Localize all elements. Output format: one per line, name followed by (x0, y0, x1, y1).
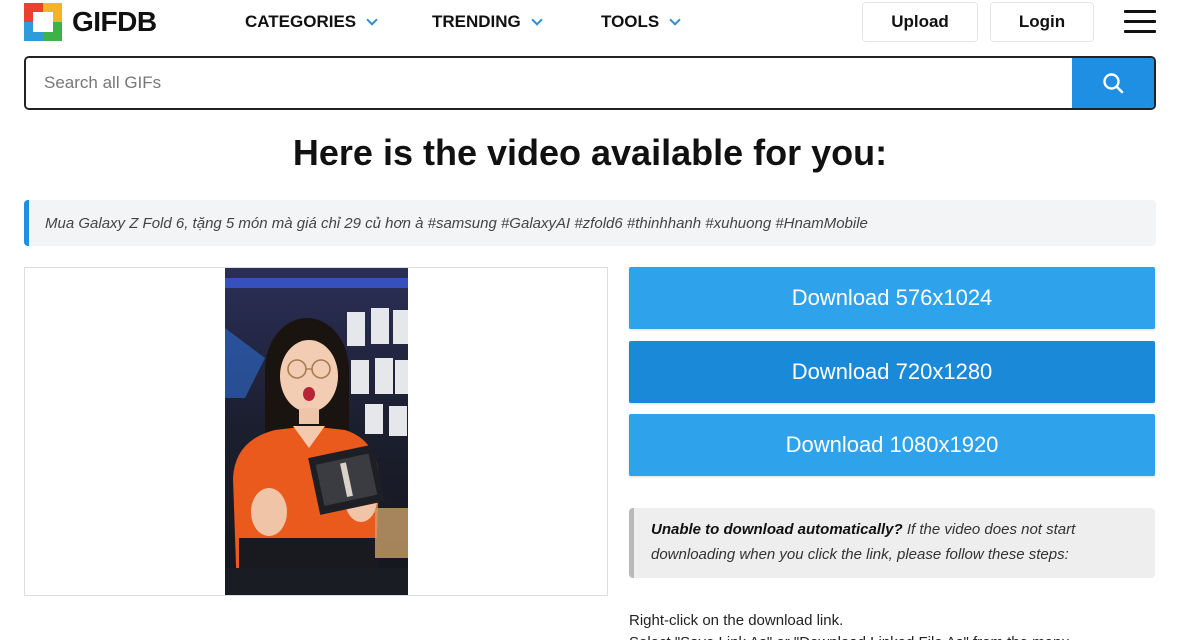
download-720-button[interactable]: Download 720x1280 (629, 341, 1155, 403)
video-thumbnail (225, 268, 408, 595)
hamburger-icon[interactable] (1124, 10, 1156, 34)
list-item: Right-click on the download link. (629, 610, 1169, 632)
logo-mark-icon (24, 3, 62, 41)
nav-categories-label: CATEGORIES (245, 12, 357, 31)
page-title: Here is the video available for you: (292, 132, 888, 173)
nav-categories[interactable]: CATEGORIES (245, 10, 378, 34)
download-576-button[interactable]: Download 576x1024 (629, 267, 1155, 329)
video-player[interactable] (24, 267, 608, 596)
search-bar (24, 56, 1156, 110)
notice-heading: Unable to download automatically? (651, 521, 903, 538)
nav-tools-label: TOOLS (601, 12, 660, 31)
page: GIFDB CATEGORIES TRENDING TOOLS Upload L… (0, 0, 1180, 640)
search-button[interactable] (1072, 58, 1154, 108)
nav-trending-label: TRENDING (432, 12, 521, 31)
site-header: GIFDB CATEGORIES TRENDING TOOLS Upload L… (0, 0, 1180, 44)
nav-tools[interactable]: TOOLS (601, 10, 681, 34)
video-caption: Mua Galaxy Z Fold 6, tặng 5 món mà giá c… (24, 200, 1156, 246)
video-caption-text: Mua Galaxy Z Fold 6, tặng 5 món mà giá c… (45, 214, 868, 232)
site-logo[interactable]: GIFDB (24, 2, 157, 42)
login-button[interactable]: Login (990, 2, 1094, 42)
video-frame[interactable] (225, 268, 408, 595)
search-input[interactable] (26, 58, 1072, 108)
chevron-down-icon (366, 13, 378, 26)
chevron-down-icon (531, 13, 543, 26)
logo-text: GIFDB (72, 6, 157, 37)
search-icon (1103, 73, 1124, 94)
list-item: Select "Save Link As" or "Download Linke… (629, 632, 1169, 640)
download-1080-button[interactable]: Download 1080x1920 (629, 414, 1155, 476)
download-notice: Unable to download automatically? If the… (629, 508, 1155, 578)
upload-button[interactable]: Upload (862, 2, 978, 42)
chevron-down-icon (669, 13, 681, 26)
download-steps-list: Right-click on the download link. Select… (629, 610, 1169, 640)
nav-trending[interactable]: TRENDING (432, 10, 543, 34)
